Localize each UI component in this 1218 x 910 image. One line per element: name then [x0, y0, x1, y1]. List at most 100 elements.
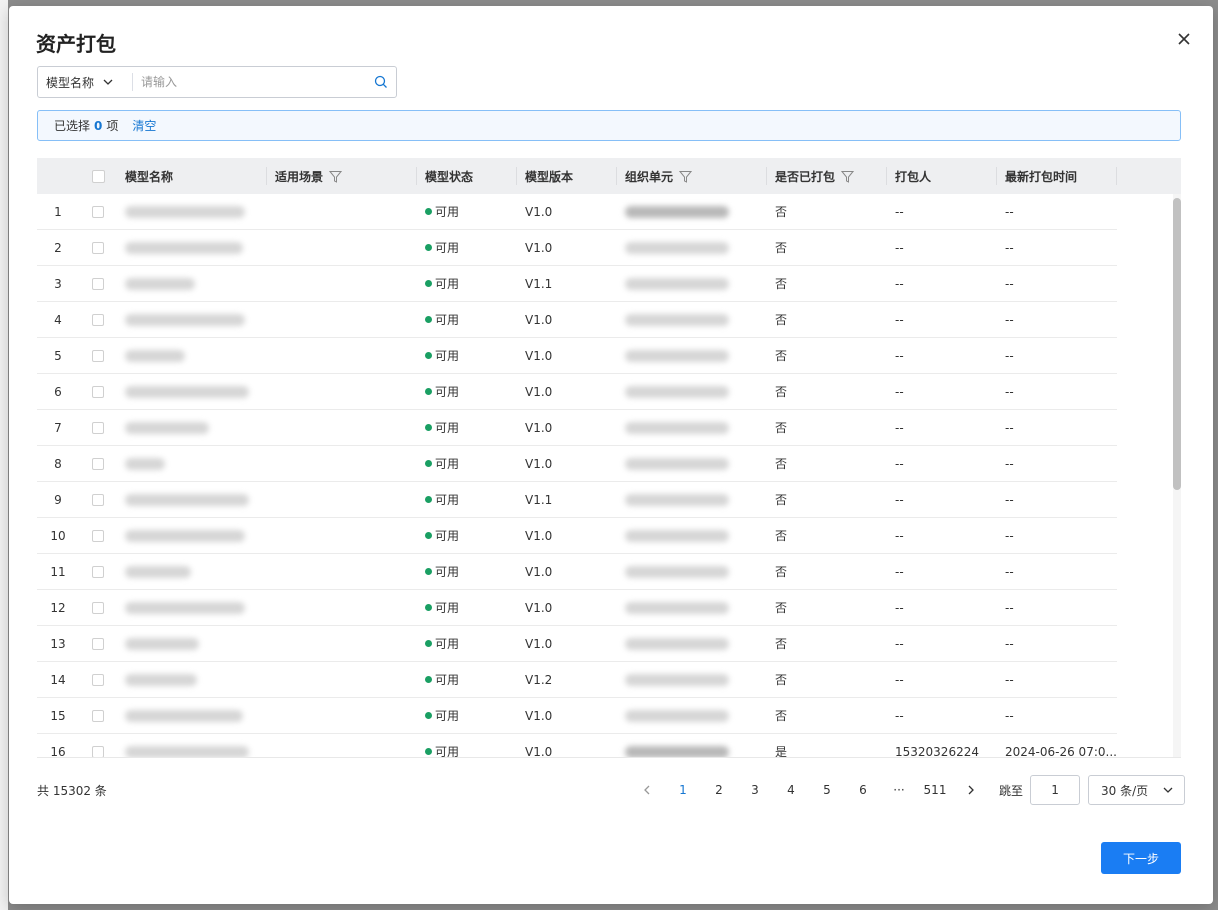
table-header: 模型名称 适用场景 模型状态 模型版本 组织单元 是否已打包 打包人 最新打包时…	[37, 158, 1181, 194]
pack-time-cell: --	[1005, 420, 1014, 435]
row-checkbox[interactable]	[92, 745, 104, 757]
packed-cell: 是	[775, 745, 788, 758]
pack-time-cell: --	[1005, 708, 1014, 723]
redacted-model-name	[125, 457, 165, 470]
model-name-cell	[117, 410, 267, 445]
next-page-button[interactable]	[953, 784, 989, 796]
redacted-org-unit	[625, 241, 729, 254]
table-row[interactable]: 4 可用 V1.0 否 -- --	[37, 302, 1117, 338]
scene-cell	[267, 482, 417, 517]
version-cell: V1.1	[525, 492, 553, 507]
pack-time-cell: --	[1005, 384, 1014, 399]
row-checkbox[interactable]	[92, 493, 104, 506]
redacted-org-unit	[625, 277, 729, 290]
org-unit-cell	[617, 302, 767, 337]
select-all-checkbox[interactable]	[91, 169, 105, 183]
page-number-3[interactable]: 3	[737, 783, 773, 797]
row-checkbox-cell	[79, 662, 117, 697]
redacted-org-unit	[625, 205, 729, 218]
row-checkbox[interactable]	[92, 277, 104, 290]
table-row[interactable]: 16 可用 V1.0 是 15320326224 2024-06-26 07:0...	[37, 734, 1117, 758]
page-number-2[interactable]: 2	[701, 783, 737, 797]
prev-page-button[interactable]	[629, 784, 665, 796]
page-ellipsis[interactable]: ···	[881, 783, 917, 797]
row-index: 12	[50, 600, 66, 615]
header-packer: 打包人	[887, 158, 997, 194]
status-text: 可用	[435, 457, 460, 471]
row-checkbox[interactable]	[92, 457, 104, 470]
scene-cell	[267, 194, 417, 229]
header-scene: 适用场景	[267, 158, 417, 194]
jump-page-input[interactable]	[1030, 775, 1081, 805]
filter-icon[interactable]	[329, 170, 343, 183]
filter-icon[interactable]	[841, 170, 855, 183]
row-checkbox[interactable]	[92, 349, 104, 362]
status-dot	[425, 532, 432, 539]
row-checkbox[interactable]	[92, 637, 104, 650]
row-checkbox[interactable]	[92, 673, 104, 686]
filter-icon[interactable]	[679, 170, 693, 183]
next-step-button[interactable]: 下一步	[1101, 842, 1181, 874]
row-checkbox[interactable]	[92, 313, 104, 326]
header-select-all	[79, 158, 117, 194]
table-row[interactable]: 1 可用 V1.0 否 -- --	[37, 194, 1117, 230]
table-row[interactable]: 10 可用 V1.0 否 -- --	[37, 518, 1117, 554]
page-size-select[interactable]: 30 条/页	[1088, 775, 1186, 805]
pack-time-cell: --	[1005, 492, 1014, 507]
version-cell: V1.2	[525, 672, 553, 687]
row-checkbox[interactable]	[92, 601, 104, 614]
table-row[interactable]: 5 可用 V1.0 否 -- --	[37, 338, 1117, 374]
row-checkbox[interactable]	[92, 529, 104, 542]
table-row[interactable]: 8 可用 V1.0 否 -- --	[37, 446, 1117, 482]
row-checkbox[interactable]	[92, 241, 104, 254]
search-field-select[interactable]: 模型名称	[38, 67, 132, 97]
row-index: 15	[50, 708, 66, 723]
page-last[interactable]: 511	[917, 783, 953, 797]
status-dot	[425, 424, 432, 431]
chevron-down-icon	[103, 79, 113, 85]
search-icon[interactable]	[366, 75, 396, 89]
table-row[interactable]: 12 可用 V1.0 否 -- --	[37, 590, 1117, 626]
row-checkbox[interactable]	[92, 709, 104, 722]
row-checkbox[interactable]	[92, 385, 104, 398]
packed-cell: 否	[775, 457, 788, 471]
header-org-unit: 组织单元	[617, 158, 767, 194]
table-row[interactable]: 9 可用 V1.1 否 -- --	[37, 482, 1117, 518]
asset-pack-dialog: 资产打包 模型名称 已选择 0 项 清空 模型名称 适用场景	[9, 6, 1213, 904]
table-row[interactable]: 3 可用 V1.1 否 -- --	[37, 266, 1117, 302]
header-label: 模型状态	[425, 169, 474, 184]
page-number-1[interactable]: 1	[665, 783, 701, 797]
table-row[interactable]: 7 可用 V1.0 否 -- --	[37, 410, 1117, 446]
header-packed: 是否已打包	[767, 158, 887, 194]
packed-cell: 否	[775, 529, 788, 543]
table-row[interactable]: 15 可用 V1.0 否 -- --	[37, 698, 1117, 734]
clear-selection-link[interactable]: 清空	[132, 117, 156, 134]
row-index: 2	[54, 240, 62, 255]
row-checkbox[interactable]	[92, 565, 104, 578]
table-row[interactable]: 14 可用 V1.2 否 -- --	[37, 662, 1117, 698]
row-checkbox-cell	[79, 338, 117, 373]
table-row[interactable]: 11 可用 V1.0 否 -- --	[37, 554, 1117, 590]
page-number-5[interactable]: 5	[809, 783, 845, 797]
selection-summary: 已选择 0 项 清空	[37, 110, 1181, 141]
row-checkbox[interactable]	[92, 421, 104, 434]
version-cell: V1.0	[525, 600, 553, 615]
org-unit-cell	[617, 338, 767, 373]
page-number-4[interactable]: 4	[773, 783, 809, 797]
redacted-model-name	[125, 637, 199, 650]
table-row[interactable]: 6 可用 V1.0 否 -- --	[37, 374, 1117, 410]
packer-cell: --	[895, 204, 904, 219]
page-number-6[interactable]: 6	[845, 783, 881, 797]
redacted-org-unit	[625, 637, 729, 650]
model-name-cell	[117, 626, 267, 661]
close-icon[interactable]	[1175, 30, 1193, 48]
scrollbar-thumb[interactable]	[1173, 198, 1181, 490]
redacted-org-unit	[625, 601, 729, 614]
row-checkbox-cell	[79, 626, 117, 661]
packed-cell: 否	[775, 421, 788, 435]
table-row[interactable]: 13 可用 V1.0 否 -- --	[37, 626, 1117, 662]
pack-time-cell: --	[1005, 600, 1014, 615]
table-row[interactable]: 2 可用 V1.0 否 -- --	[37, 230, 1117, 266]
row-checkbox[interactable]	[92, 205, 104, 218]
search-input[interactable]	[133, 67, 366, 97]
